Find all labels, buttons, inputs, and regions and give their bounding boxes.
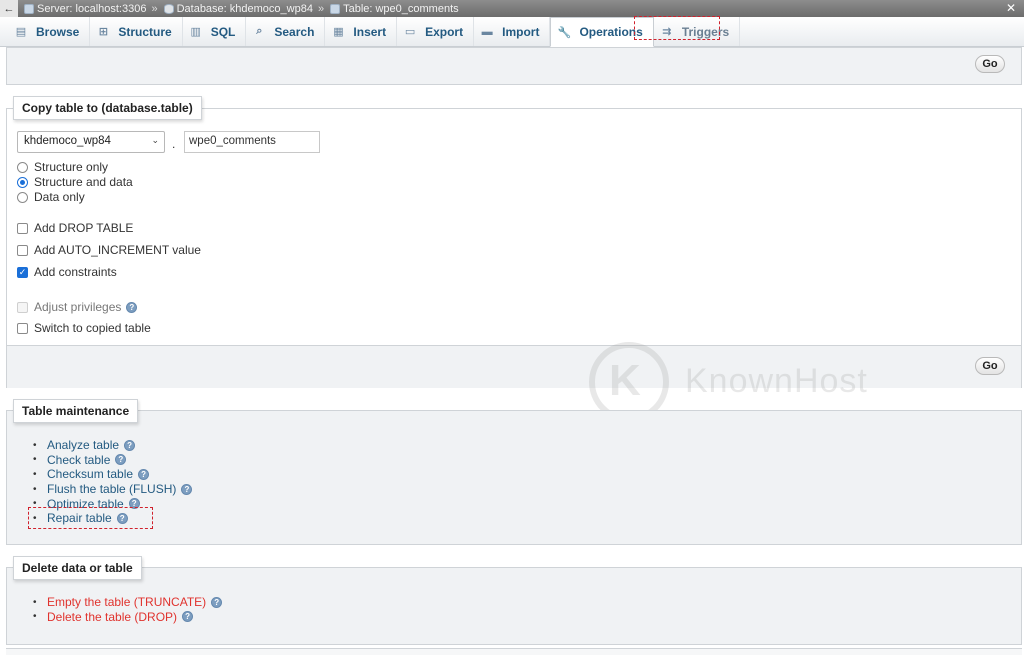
database-select[interactable]: khdemoco_wp84 ⌄ [17,131,165,153]
breadcrumb-separator: » [151,2,158,15]
close-icon[interactable]: ✕ [1006,1,1016,15]
tab-import[interactable]: ▬ Import [474,17,551,46]
list-item: • Flush the table (FLUSH) ? [33,482,193,497]
breadcrumb: ← Server: localhost:3306 » Database: khd… [0,0,1024,17]
breadcrumb-separator: » [317,2,325,15]
checkbox-add-auto-increment[interactable]: Add AUTO_INCREMENT value [17,243,201,257]
list-item: • Check table ? [33,453,192,468]
checkbox-checked[interactable]: ✓ [17,266,28,278]
radio-structure-and-data[interactable]: Structure and data [17,175,133,189]
radio-button[interactable] [17,191,28,203]
breadcrumb-database[interactable]: Database: khdemoco_wp84 [163,3,313,15]
help-icon[interactable]: ? [116,512,128,524]
tab-browse[interactable]: ▤ Browse [8,17,91,46]
tab-search[interactable]: ⌕ Search [246,17,326,46]
tab-operations[interactable]: 🔧 Operations [550,17,654,47]
checkbox-add-constraints[interactable]: ✓ Add constraints [17,265,117,279]
optimize-table-link[interactable]: Optimize table [47,497,124,511]
browse-icon: ▤ [15,26,27,38]
breadcrumb-server[interactable]: Server: localhost:3306 [24,3,146,15]
delete-list: • Empty the table (TRUNCATE) ? • Delete … [33,595,223,625]
radio-button[interactable] [17,161,28,173]
tab-insert[interactable]: ▦ Insert [325,17,398,46]
tab-bar: ▤ Browse ⊞ Structure ▥ SQL ⌕ Search ▦ In… [0,17,1024,47]
back-arrow-icon[interactable]: ← [0,0,18,17]
radio-button[interactable] [17,176,28,188]
table-maintenance-legend: Table maintenance [13,399,139,423]
list-item: • Optimize table ? [33,496,192,511]
checkbox-add-drop-table[interactable]: Add DROP TABLE [17,221,133,235]
sql-icon: ▥ [190,26,201,38]
next-panel-edge [6,648,1022,655]
checksum-table-link[interactable]: Checksum table [47,467,133,481]
flush-table-link[interactable]: Flush the table (FLUSH) [47,482,176,496]
list-item: • Repair table ? [33,511,192,526]
help-icon[interactable]: ? [181,483,193,495]
list-item: • Delete the table (DROP) ? [33,610,222,625]
help-icon[interactable]: ? [211,596,223,608]
help-icon[interactable]: ? [124,439,136,451]
repair-table-link[interactable]: Repair table [47,511,112,525]
maintenance-list: • Analyze table ? • Check table ? • Chec… [33,438,193,526]
go-button-copy[interactable]: Go [975,357,1005,375]
list-item: • Analyze table ? [33,438,192,453]
delete-legend: Delete data or table [13,556,142,580]
analyze-table-link[interactable]: Analyze table [47,438,119,452]
top-panel: Go [6,47,1022,85]
checkbox-switch-to-copied[interactable]: Switch to copied table [17,321,151,335]
structure-icon: ⊞ [98,26,108,38]
help-icon[interactable]: ? [138,468,150,480]
checkbox-adjust-privileges: Adjust privileges ? [17,300,138,314]
checkbox[interactable] [17,322,28,334]
table-name-input[interactable]: wpe0_comments [184,131,320,153]
copy-table-legend: Copy table to (database.table) [13,96,202,120]
truncate-table-link[interactable]: Empty the table (TRUNCATE) [47,595,206,609]
triggers-icon: ⇉ [662,26,672,38]
check-table-link[interactable]: Check table [47,453,110,467]
chevron-down-icon: ⌄ [151,135,159,145]
database-icon [163,3,174,14]
list-item: • Empty the table (TRUNCATE) ? [33,595,223,610]
name-separator: . [172,137,176,151]
server-icon [24,3,34,14]
radio-structure-only[interactable]: Structure only [17,160,108,174]
breadcrumb-table[interactable]: Table: wpe0_comments [330,3,459,15]
go-button-top[interactable]: Go [975,55,1005,73]
drop-table-link[interactable]: Delete the table (DROP) [47,610,177,624]
checkbox-disabled [17,301,28,313]
list-item: • Checksum table ? [33,467,192,482]
insert-icon: ▦ [333,26,344,38]
help-icon[interactable]: ? [182,611,194,623]
tab-sql[interactable]: ▥ SQL [183,17,247,46]
search-icon: ⌕ [256,25,263,37]
help-icon[interactable]: ? [128,498,140,510]
tab-export[interactable]: ▭ Export [397,17,475,46]
export-icon: ▭ [404,26,416,38]
wrench-icon: 🔧 [557,26,572,39]
radio-data-only[interactable]: Data only [17,190,85,204]
checkbox[interactable] [17,222,28,234]
help-icon[interactable]: ? [115,454,127,466]
help-icon[interactable]: ? [126,301,138,313]
tab-triggers[interactable]: ⇉ Triggers [654,17,741,46]
checkbox[interactable] [17,244,28,256]
table-icon [330,3,341,14]
tab-structure[interactable]: ⊞ Structure [90,17,183,46]
import-icon: ▬ [481,25,493,38]
